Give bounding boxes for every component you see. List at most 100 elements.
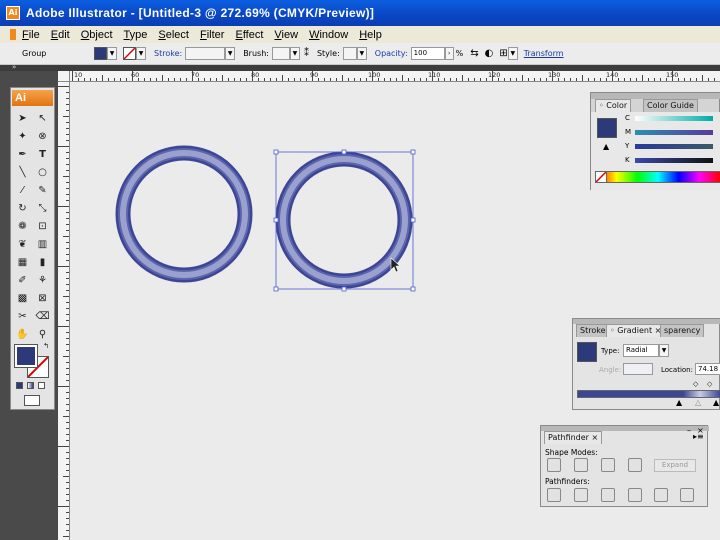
menu-help[interactable]: Help	[359, 29, 382, 41]
scissors-tool-icon[interactable]: ✂	[14, 308, 31, 325]
collapse-icon[interactable]: »	[12, 63, 16, 71]
intersect-button[interactable]	[601, 458, 615, 472]
live-paint-tool-icon[interactable]: ▩	[14, 290, 31, 307]
k-slider[interactable]	[635, 158, 713, 163]
tab-color[interactable]: ◦ Color	[595, 99, 632, 112]
eyedropper-tool-icon[interactable]: ✐	[14, 272, 31, 289]
isolate-dropdown[interactable]: ▼	[507, 47, 518, 60]
eraser-tool-icon[interactable]: ⌫	[34, 308, 51, 325]
menu-edit[interactable]: Edit	[51, 29, 70, 41]
none-mode-icon[interactable]	[38, 382, 45, 389]
y-slider[interactable]	[635, 144, 713, 149]
m-slider[interactable]	[635, 130, 713, 135]
tab-transparency[interactable]: sparency	[660, 324, 705, 337]
opacity-stepper[interactable]: ›	[444, 47, 454, 60]
line-tool-icon[interactable]: ╲	[14, 164, 31, 181]
isolate-icon[interactable]: ⊞	[499, 48, 507, 59]
resize-handle[interactable]	[341, 149, 347, 155]
menu-type[interactable]: Type	[124, 29, 148, 41]
none-swatch[interactable]	[595, 171, 607, 183]
menu-file[interactable]: File	[22, 29, 40, 41]
transform-link[interactable]: Transform	[524, 49, 564, 58]
minus-back-button[interactable]	[680, 488, 694, 502]
resize-handle[interactable]	[410, 217, 416, 223]
stroke-swatch[interactable]	[123, 47, 136, 60]
artwork[interactable]	[100, 140, 430, 305]
stroke-weight-dropdown[interactable]: ▼	[225, 47, 236, 60]
direct-selection-tool-icon[interactable]: ↖	[34, 110, 51, 127]
menu-object[interactable]: Object	[81, 29, 113, 41]
panel-minimize-icon[interactable]: –	[687, 426, 691, 435]
selection-tool-icon[interactable]: ➤	[14, 110, 31, 127]
brush-options-icon[interactable]: ⁑	[304, 48, 309, 59]
pencil-tool-icon[interactable]: ✎	[34, 182, 51, 199]
resize-handle[interactable]	[273, 286, 279, 292]
ring-left[interactable]	[115, 145, 253, 283]
type-tool-icon[interactable]: T	[34, 146, 51, 163]
gradient-stop[interactable]: ▲	[713, 399, 719, 407]
lasso-tool-icon[interactable]: ⊗	[34, 128, 51, 145]
pen-tool-icon[interactable]: ✒	[14, 146, 31, 163]
trim-button[interactable]	[574, 488, 588, 502]
paintbrush-tool-icon[interactable]: ⁄	[14, 182, 31, 199]
tab-pathfinder[interactable]: Pathfinder ×	[544, 431, 603, 444]
opacity-label[interactable]: Opacity:	[375, 49, 408, 58]
type-dropdown[interactable]: ▼	[659, 344, 669, 357]
symbol-sprayer-tool-icon[interactable]: ❦	[14, 236, 31, 253]
unite-button[interactable]	[547, 458, 561, 472]
tab-stroke[interactable]: Stroke	[576, 324, 610, 337]
gradient-swatch[interactable]	[577, 342, 597, 362]
hand-tool-icon[interactable]: ✋	[14, 326, 31, 343]
stroke-weight-field[interactable]	[185, 47, 226, 60]
warp-tool-icon[interactable]: ❁	[14, 218, 31, 235]
panel-menu-icon[interactable]: ▸≡	[693, 432, 704, 441]
vertical-ruler[interactable]	[58, 82, 70, 540]
midpoint-diamond[interactable]: ◇	[707, 381, 712, 388]
gradient-stop[interactable]: ▲	[676, 399, 682, 407]
stroke-label[interactable]: Stroke:	[154, 49, 182, 58]
resize-handle[interactable]	[410, 286, 416, 292]
scale-tool-icon[interactable]: ⤡	[34, 200, 51, 217]
mesh-tool-icon[interactable]: ▦	[14, 254, 31, 271]
document-icon[interactable]	[10, 29, 16, 40]
graph-tool-icon[interactable]: ▥	[34, 236, 51, 253]
resize-handle[interactable]	[410, 149, 416, 155]
out-of-gamut-icon[interactable]: ▲	[603, 142, 609, 151]
horizontal-ruler[interactable]: 10 60 70 80 90 100 110 120 130 140 150	[58, 71, 720, 82]
location-field[interactable]: 74.18	[695, 363, 720, 375]
brush-field[interactable]	[271, 47, 290, 60]
resize-handle[interactable]	[273, 217, 279, 223]
ring-right[interactable]	[275, 151, 413, 289]
divide-button[interactable]	[547, 488, 561, 502]
magic-wand-tool-icon[interactable]: ✦	[14, 128, 31, 145]
swap-colors-icon[interactable]: ↰	[41, 341, 51, 351]
selection-bounding-box[interactable]	[273, 149, 416, 292]
gradient-stop[interactable]: △	[695, 399, 701, 407]
crop-button[interactable]	[628, 488, 642, 502]
menu-window[interactable]: Window	[309, 29, 348, 41]
app-icon[interactable]: Ai	[6, 6, 20, 20]
c-slider[interactable]	[635, 116, 713, 121]
menu-filter[interactable]: Filter	[200, 29, 224, 41]
menu-select[interactable]: Select	[158, 29, 189, 41]
slice-tool-icon[interactable]: ⊠	[34, 290, 51, 307]
merge-button[interactable]	[601, 488, 615, 502]
tab-gradient[interactable]: ◦ Gradient ×	[606, 324, 666, 337]
outline-button[interactable]	[654, 488, 668, 502]
midpoint-diamond[interactable]: ◇	[693, 381, 698, 388]
exclude-button[interactable]	[628, 458, 642, 472]
blend-tool-icon[interactable]: ⚘	[34, 272, 51, 289]
recolor-icon[interactable]: ◐	[485, 48, 494, 59]
fill-swatch[interactable]	[94, 47, 107, 60]
menu-view[interactable]: View	[274, 29, 298, 41]
type-select[interactable]: Radial	[623, 344, 659, 357]
align-icon[interactable]: ⇆	[470, 48, 478, 59]
gradient-slider[interactable]	[577, 390, 720, 398]
minus-front-button[interactable]	[574, 458, 588, 472]
resize-handle[interactable]	[341, 286, 347, 292]
fill-swatch[interactable]	[597, 118, 617, 138]
stroke-dropdown[interactable]: ▼	[136, 47, 146, 60]
gradient-tool-icon[interactable]: ▮	[34, 254, 51, 271]
color-mode-icon[interactable]	[16, 382, 23, 389]
fill-dropdown[interactable]: ▼	[107, 47, 117, 60]
